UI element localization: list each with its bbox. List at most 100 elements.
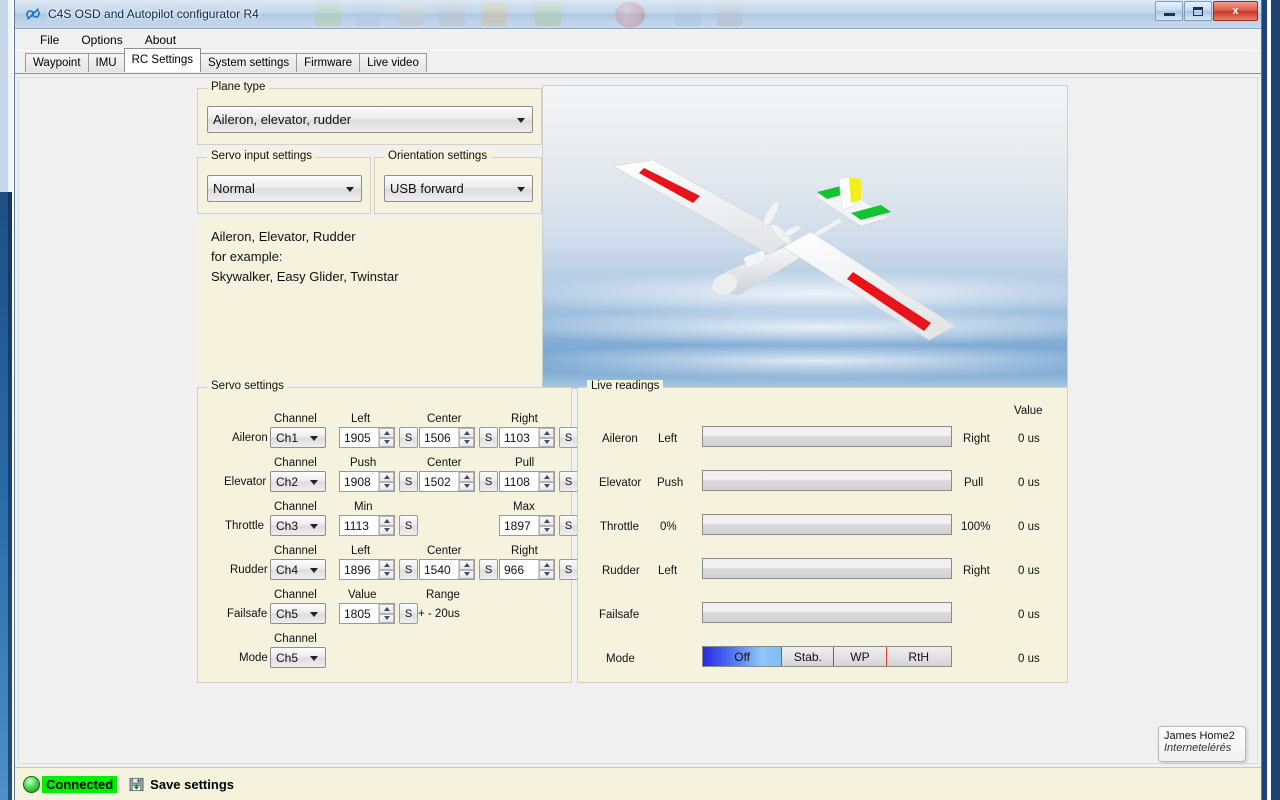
description-line-2: for example: (211, 249, 283, 264)
rudder-channel-select[interactable]: Ch4 (270, 559, 326, 580)
stepper-up-icon[interactable] (459, 560, 474, 570)
stepper-up-icon[interactable] (379, 516, 394, 526)
servo-input-select[interactable]: Normal (207, 175, 362, 202)
glass-reflection-3 (397, 2, 423, 26)
throttle-min-stepper[interactable] (378, 516, 394, 535)
plane-type-select[interactable]: Aileron, elevator, rudder (207, 106, 533, 133)
stepper-down-icon[interactable] (379, 437, 394, 447)
rudder-left-stepper[interactable] (378, 560, 394, 579)
aileron-right-input[interactable]: 1103 (499, 427, 555, 448)
stepper-up-icon[interactable] (539, 472, 554, 482)
mode-segment-stab[interactable]: Stab. (782, 647, 835, 666)
stepper-down-icon[interactable] (539, 481, 554, 491)
failsafe-value-input[interactable]: 1805 (339, 603, 395, 624)
tab-imu[interactable]: IMU (87, 53, 125, 72)
throttle-channel-select[interactable]: Ch3 (270, 515, 326, 536)
rudder-left-input[interactable]: 1896 (339, 559, 395, 580)
mode-selector-bar[interactable]: Off Stab. WP RtH (702, 646, 952, 667)
stepper-up-icon[interactable] (539, 516, 554, 526)
stepper-down-icon[interactable] (459, 569, 474, 579)
aileron-right-set-button[interactable]: S (559, 427, 578, 448)
aileron-left-input[interactable]: 1905 (339, 427, 395, 448)
failsafe-stepper[interactable] (378, 604, 394, 623)
menu-item-about[interactable]: About (134, 30, 187, 50)
minimize-button[interactable] (1155, 1, 1183, 21)
stepper-up-icon[interactable] (459, 472, 474, 482)
stepper-up-icon[interactable] (379, 560, 394, 570)
stepper-down-icon[interactable] (379, 613, 394, 623)
tab-live-video[interactable]: Live video (359, 53, 427, 72)
aileron-left-stepper[interactable] (378, 428, 394, 447)
aileron-right-stepper[interactable] (538, 428, 554, 447)
stepper-up-icon[interactable] (379, 604, 394, 614)
stepper-down-icon[interactable] (539, 569, 554, 579)
elevator-center-set-button[interactable]: S (479, 471, 498, 492)
mode-segment-wp[interactable]: WP (834, 647, 887, 666)
rudder-center-set-button[interactable]: S (479, 559, 498, 580)
menu-item-options[interactable]: Options (70, 30, 133, 50)
aileron-channel-select[interactable]: Ch1 (270, 427, 326, 448)
stepper-up-icon[interactable] (379, 472, 394, 482)
stepper-down-icon[interactable] (459, 481, 474, 491)
mode-segment-off[interactable]: Off (703, 647, 783, 666)
elevator-center-input[interactable]: 1502 (419, 471, 475, 492)
aileron-center-stepper[interactable] (458, 428, 474, 447)
stepper-down-icon[interactable] (459, 437, 474, 447)
throttle-min-set-button[interactable]: S (399, 515, 418, 536)
failsafe-channel-select[interactable]: Ch5 (270, 603, 326, 624)
stepper-down-icon[interactable] (379, 481, 394, 491)
elevator-pull-set-button[interactable]: S (559, 471, 578, 492)
aileron-left-set-button[interactable]: S (399, 427, 418, 448)
rudder-right-input[interactable]: 966 (499, 559, 555, 580)
elevator-pull-input[interactable]: 1108 (499, 471, 555, 492)
save-settings-button[interactable]: Save settings (150, 777, 234, 792)
elevator-col3-header: Pull (515, 457, 535, 469)
live-readings-group-title: Live readings (587, 380, 664, 392)
stepper-down-icon[interactable] (539, 525, 554, 535)
aileron-center-input[interactable]: 1506 (419, 427, 475, 448)
failsafe-set-button[interactable]: S (399, 603, 418, 624)
stepper-up-icon[interactable] (379, 428, 394, 438)
stepper-down-icon[interactable] (379, 569, 394, 579)
mode-segment-rth[interactable]: RtH (887, 647, 951, 666)
stepper-up-icon[interactable] (539, 560, 554, 570)
rudder-right-set-button[interactable]: S (559, 559, 578, 580)
tab-waypoint[interactable]: Waypoint (25, 53, 89, 72)
mode-channel-header: Channel (274, 633, 317, 645)
menu-item-file[interactable]: File (29, 30, 70, 50)
tab-rc-settings[interactable]: RC Settings (123, 48, 201, 72)
stepper-up-icon[interactable] (459, 428, 474, 438)
tab-system-settings[interactable]: System settings (199, 53, 298, 72)
rudder-left-set-button[interactable]: S (399, 559, 418, 580)
throttle-channel-value: Ch3 (276, 518, 299, 533)
throttle-row-label: Throttle (225, 520, 264, 532)
rudder-center-input[interactable]: 1540 (419, 559, 475, 580)
glass-reflection-6 (535, 2, 561, 26)
throttle-max-input[interactable]: 1897 (499, 515, 555, 536)
stepper-up-icon[interactable] (539, 428, 554, 438)
tab-firmware[interactable]: Firmware (296, 53, 361, 72)
elevator-pull-stepper[interactable] (538, 472, 554, 491)
close-button[interactable]: x (1213, 1, 1258, 21)
throttle-max-set-button[interactable]: S (559, 515, 578, 536)
elevator-push-set-button[interactable]: S (399, 471, 418, 492)
title-bar[interactable]: C4S OSD and Autopilot configurator R4 x (15, 0, 1261, 29)
aileron-center-set-button[interactable]: S (479, 427, 498, 448)
stepper-down-icon[interactable] (379, 525, 394, 535)
elevator-center-stepper[interactable] (458, 472, 474, 491)
rudder-center-stepper[interactable] (458, 560, 474, 579)
elevator-push-input[interactable]: 1908 (339, 471, 395, 492)
mode-channel-select[interactable]: Ch5 (270, 647, 326, 668)
elevator-channel-header: Channel (274, 457, 317, 469)
throttle-min-input[interactable]: 1113 (339, 515, 395, 536)
elevator-channel-select[interactable]: Ch2 (270, 471, 326, 492)
throttle-max-stepper[interactable] (538, 516, 554, 535)
rudder-right-stepper[interactable] (538, 560, 554, 579)
throttle-max-value: 1897 (504, 518, 531, 533)
stepper-down-icon[interactable] (539, 437, 554, 447)
maximize-button[interactable] (1184, 1, 1212, 21)
elevator-push-stepper[interactable] (378, 472, 394, 491)
mode-channel-value: Ch5 (276, 650, 299, 665)
rudder-right-value: 966 (504, 562, 525, 577)
orientation-select[interactable]: USB forward (384, 175, 533, 202)
